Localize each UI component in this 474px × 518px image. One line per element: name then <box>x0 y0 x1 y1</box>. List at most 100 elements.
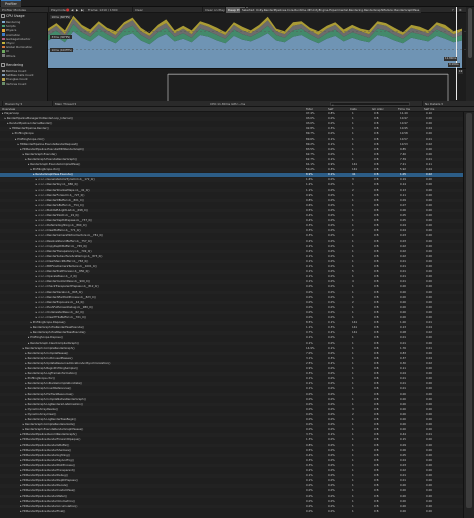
table-row[interactable]: ▸ HDRenderPipeline.RenderDecals() 0.0% 0.0… <box>0 484 463 488</box>
table-row[interactable]: ▸ HDRenderPipeline.RenderSkyAndFog() 0.3%… <box>0 458 463 463</box>
table-row[interactable]: ▸ <>c.<RenderShadowMaps>b__41_0() 1.1% 0.0… <box>0 188 463 193</box>
table-row[interactable]: ▸ RenderGraph.ClearCompiledGraph() 0.1% 0.… <box>0 341 463 346</box>
table-row[interactable]: ▸ <>c.<RenderCameraMotionVectors>b__781_… <box>0 234 463 238</box>
table-row[interactable]: ▸ RenderGraph.CountReferences() 0.1% 0.0% 1… <box>0 387 463 391</box>
table-row[interactable]: ▸ <>c.<UnderwaterPass>b__62_0() 0.0% 0.0% 1… <box>0 310 463 315</box>
table-row[interactable]: ▸ <>c.<DeferredLighting>b__860_0() 0.3% 0.… <box>0 224 463 228</box>
table-row[interactable]: ▸ HDRenderPipeline.RenderForwardOpaque()… <box>0 438 463 442</box>
table-row[interactable]: ▸ HDRenderPipeline.ExecuteWithRenderGrap… <box>0 147 463 152</box>
table-row[interactable]: ▸ RenderGraph.PostRenderPassExecute() 0.7… <box>0 331 463 335</box>
table-row[interactable]: ▸ RenderGraph.UpdateResourceAllocationAn… <box>0 361 463 366</box>
table-row[interactable]: ▸ RenderGraph.ExecuteCompiledPass() 61.1%… <box>0 162 463 167</box>
table-row[interactable]: ▸ RenderGraph.PreRenderPassExecute() 1.1%… <box>0 326 463 330</box>
table-row[interactable]: ▸ ProfilingScope.ctor() 89.6% 0.1% 1 0 B 10.5… <box>0 137 463 142</box>
table-row[interactable]: ▸ HDRenderPipeline.Render() 92.8% 0.3% 1 0 B… <box>0 127 463 131</box>
table-row[interactable]: ▸ RenderGraph.BeginProfilingSampler() 0.9… <box>0 366 463 371</box>
table-row[interactable]: ▸ HDRenderPipeline.RenderShadows() 0.5% 0.… <box>0 448 463 453</box>
table-row[interactable]: ▸ <>c.<BlitFinalCameraTexture>b__1001_0(… <box>0 264 463 269</box>
table-row[interactable]: ▸ DynamicArray.Resize() 0.0% 0.0% 3 0 B 0.00 0… <box>0 406 463 412</box>
table-row[interactable]: ▸ <>c.<RenderSSAO>b__19_0() 0.4% 0.0% 1 0 B 0… <box>0 213 463 218</box>
table-row[interactable]: ▸ <>c.<ClearBuffers>b__771_0() 0.3% 0.0% 2 0… <box>0 229 463 233</box>
table-row[interactable]: ▸ HDRenderPipeline.RenderDepthPrepass() 0… <box>0 479 463 483</box>
table-row[interactable]: ▸ RenderGraph.Execute() 62.7% 0.0% 1 0 B 7.40… <box>0 152 463 157</box>
table-row[interactable]: ▸ <>c.<ClearHTileBuffer>b__761_0() 0.0% 0.… <box>0 315 463 320</box>
cpu-legend-item[interactable]: Others <box>2 54 15 58</box>
table-row[interactable]: ▸ <>c.<CheckTransparentPrepass>b__812_0(… <box>0 285 463 289</box>
table-row[interactable]: ▸ DynamicArray.Clear() 0.0% 0.0% 2 0 B 0.00 0.… <box>0 412 463 417</box>
table-row[interactable]: ▸ <>c.<RenderAfterPostProcess>b__823_0()… <box>0 295 463 300</box>
table-row[interactable]: ▸ HDRenderPipeline.RenderLighting() 0.4% 0… <box>0 453 463 458</box>
table-row[interactable]: ▸ <>c.<RenderTransparency>b__749_0() 0.2%… <box>0 249 463 254</box>
table-row[interactable]: ▸ ProfilingScope 89.7% 0.0% 1 0 B 10.58 0.00 <box>0 132 463 136</box>
table-row[interactable]: ▸ RenderGraph.CompilePasses() 7.0% 0.0% 1 0 … <box>0 351 463 356</box>
row-self: 0.0% <box>328 192 335 197</box>
rendering-legend-item[interactable]: Vertices Count <box>2 82 26 86</box>
row-self: 0.0% <box>328 371 335 376</box>
rendering-module-title[interactable]: Rendering <box>1 62 23 69</box>
table-row[interactable]: ▸ RenderGraph.LogRenderPassBegin() 0.0% 0.… <box>0 417 463 422</box>
table-row[interactable]: ▸ ProfilingScope.Dispose() 0.1% 0.0% 1 0 B 0.… <box>0 336 463 340</box>
row-gc: 0 B <box>374 468 379 472</box>
table-row[interactable]: ▸ HDRenderPipeline.RenderDebug() 0.1% 0.0%… <box>0 474 463 478</box>
table-row[interactable]: ▸ HDRenderPipeline.RenderTransparent() 0.… <box>0 468 463 473</box>
table-row[interactable]: ▸ ProfilingScope.ctor() 50.2% 0.3% 141 0 B 5.… <box>0 168 463 172</box>
table-row[interactable]: ▸ RenderGraph.ExecuteRenderGraphPasses()… <box>0 428 463 432</box>
table-row[interactable]: ▸ RenderGraph.LogFrameInformation() 0.3% 0… <box>0 372 463 376</box>
table-row[interactable]: ▸ HDRenderPipeline.ExecuteRenderRequest(… <box>0 142 463 147</box>
table-row[interactable]: ▸ HDRenderPipeline.RenderCustomPass() 0.0… <box>0 489 463 493</box>
table-row[interactable]: ▸ RenderGraph.ExecuteRenderGraph() 62.7% 0… <box>0 157 463 162</box>
table-row[interactable]: ▸ <>c.<RenderDBuffer>b__801_0() 0.8% 0.0% 1… <box>0 198 463 203</box>
cpu-usage-chart[interactable]: 16ms (60FPS) 33ms (30FPS) 10ms (100FPS) <box>48 13 474 68</box>
table-row[interactable]: ▸ <>c.<RenderCustomPass>b__900_0() 0.1% 0.… <box>0 280 463 284</box>
row-name: ▸ RenderGraph.PostRenderPassExecute() <box>30 330 86 335</box>
chart-scrollbar-thumb[interactable] <box>468 8 472 58</box>
table-row[interactable]: ▸ <>c.<PushFullScreenDebug>b__980_0() 0.0… <box>0 305 463 310</box>
table-row[interactable]: ▸ HDRenderPipeline.RenderGBuffer() 0.8% 0.… <box>0 442 463 448</box>
table-row[interactable]: ▸ <>c.<UpscalePass>b__2_0() 0.1% 0.0% 1 0 B 0… <box>0 275 463 279</box>
table-row[interactable]: ▸ <>c.<RenderSubsurfaceScattering>b__873… <box>0 254 463 259</box>
table-row[interactable]: ▸ <>c.<BuildGPULightList>b__698_0() 0.5% 0… <box>0 208 463 213</box>
row-gc: 0 B <box>374 442 379 447</box>
row-gc: 0 B <box>374 264 379 268</box>
cpu-module-title[interactable]: CPU Usage <box>1 13 25 20</box>
table-row[interactable]: ▸ HDRenderPipeline.RecordRenderGraph() 3.… <box>0 433 463 437</box>
table-row[interactable]: ▸ RenderGraph.CullUnusedPasses() 3.1% 0.3%… <box>0 356 463 361</box>
selected-frame-marker[interactable] <box>456 7 457 100</box>
table-row[interactable]: ▸ ProfilingScope.Dispose() 8.5% 0.1% 141 0 B… <box>0 321 463 325</box>
selected-sample-header: Selected: Unity.RenderPipelines.Core.Run… <box>240 8 422 13</box>
table-row[interactable]: ▸ RenderGraphPass.Execute() 8.9% 0.1% 41 0 B… <box>0 173 463 177</box>
table-row[interactable]: ▸ ProfilingScope.ctor() 0.1% 0.0% 1 0 B 0.01 0… <box>0 377 463 381</box>
table-row[interactable]: ▸ HDRenderPipeline.RenderAccumulation() 0… <box>0 504 463 509</box>
hierarchy-scrollbar-thumb[interactable] <box>466 113 472 508</box>
table-row[interactable]: ▸ <>c.<RenderForward>b__727_0() 0.9% 0.0% 1… <box>0 192 463 198</box>
table-row[interactable]: ▸ <>c.<RenderDecals>b__805_0() 0.0% 0.0% 1 0… <box>0 290 463 295</box>
row-gc: 0 B <box>374 406 379 411</box>
table-row[interactable]: ▸ HDRenderPipeline.RenderWater() 0.0% 0.0%… <box>0 494 463 499</box>
table-row[interactable]: ▸ <>c.<RenderPostProcess>b__850_0() 0.1% 0… <box>0 270 463 274</box>
table-row[interactable]: ▸ <>c.<RenderDepthPrepass>b__737_0() 0.4%… <box>0 219 463 223</box>
table-row[interactable]: ▸ HDRenderPipeline.RenderVolumetrics() 0.… <box>0 499 463 504</box>
table-row[interactable]: ▸ HDRenderPipeline.RenderFinal() 0.0% 0.0%… <box>0 509 463 514</box>
table-row[interactable]: ▸ RenderGraph.LogRendererListsCreation()… <box>0 402 463 407</box>
table-row[interactable]: ▸ RenderGraph.CompileNativeRenderGraph()… <box>0 397 463 402</box>
table-row[interactable]: ▸ RenderPipeline.InternalRender() 93.0% 0.… <box>0 122 463 126</box>
table-row[interactable]: ▸ <>c.<ResolveStencilBuffer>b__757_0() 0.… <box>0 239 463 244</box>
table-row[interactable]: ▸ RenderGraph.CompileRenderGraph() 14.9% 0… <box>0 346 463 351</box>
table-row[interactable]: ▸ <>c.<ClearStencilBuffer>b__763_0() 0.1%… <box>0 259 463 264</box>
table-row[interactable]: ▸ HDRenderPipeline.RenderPostProcess() 0.… <box>0 463 463 468</box>
table-row[interactable]: ▸ <>c.<RenderGBuffer>b__754_0() 0.6% 0.0% 1… <box>0 203 463 208</box>
table-row[interactable]: ▸ <>c.<CopyDepthBuffer>b__765_0() 0.2% 0.0… <box>0 244 463 249</box>
table-row[interactable]: ▸ RenderPipelineManager.DoRenderLoop_Int… <box>0 117 463 121</box>
table-row[interactable]: ▸ RenderGraph.PreTrackResources() 0.0% 0.0… <box>0 392 463 397</box>
row-calls: 1 <box>352 192 354 197</box>
table-row[interactable]: ▸ <>c.<RenderSky>b__880_0() 1.2% 0.0% 1 0 B 0… <box>0 183 463 187</box>
tab-profiler[interactable]: Profiler <box>1 0 21 7</box>
hierarchy-scrollbar[interactable] <box>463 112 474 518</box>
table-row[interactable]: ▸ <>c.<GenerateColorPyramid>b__172_0() 1.… <box>0 178 463 182</box>
table-row[interactable]: ▸ <>c.<RenderExposure>b__44_0() 0.0% 0.0% 2… <box>0 300 463 305</box>
table-row[interactable]: ▸ RenderGraph.CompileRendererLists() 0.0%… <box>0 423 463 427</box>
chart-scrollbar[interactable] <box>466 7 474 101</box>
search-input[interactable]: ⌕ <box>330 102 410 107</box>
table-row[interactable]: ▸ RenderGraph.InitializeCompilationData(… <box>0 382 463 386</box>
table-row[interactable]: ▸ PlayerLoop 97.4% 0.8% 1 0 B 11.49 0.10 <box>0 112 463 116</box>
